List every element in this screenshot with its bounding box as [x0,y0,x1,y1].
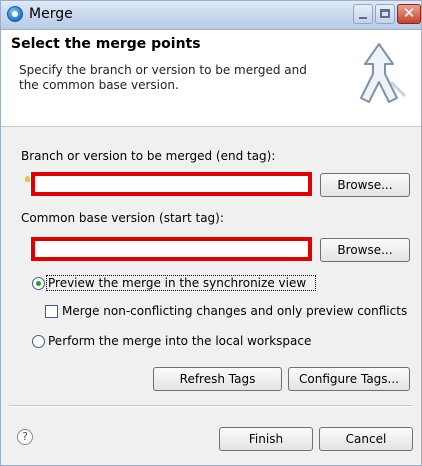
refresh-tags-button[interactable]: Refresh Tags [153,367,282,391]
finish-button[interactable]: Finish [219,427,313,451]
preview-merge-label[interactable]: Preview the merge in the synchronize vie… [48,276,306,290]
cancel-button[interactable]: Cancel [319,427,413,451]
perform-merge-label[interactable]: Perform the merge into the local workspa… [48,334,311,348]
page-description: Specify the branch or version to be merg… [19,63,307,92]
close-icon: ✕ [402,4,416,22]
minimize-button[interactable] [353,4,373,24]
end-tag-input[interactable] [31,172,312,196]
eclipse-icon [7,6,23,22]
header-banner: Select the merge points Specify the bran… [1,30,421,127]
merge-dialog: Merge ✕ Select the merge points Specify … [0,0,422,466]
help-icon[interactable]: ? [17,429,33,445]
window-title: Merge [29,6,73,22]
preview-merge-radio[interactable] [32,277,45,290]
start-tag-label: Common base version (start tag): [21,211,224,225]
end-tag-browse-button[interactable]: Browse... [320,173,410,197]
merge-arrow-icon [360,43,407,103]
configure-tags-button[interactable]: Configure Tags... [288,367,410,391]
close-button[interactable]: ✕ [397,4,421,24]
start-tag-input[interactable] [31,237,312,261]
footer-divider [9,405,413,407]
start-tag-browse-button[interactable]: Browse... [320,238,410,262]
page-title: Select the merge points [11,36,201,52]
content-assist-icon [25,176,30,182]
maximize-button[interactable] [375,4,395,24]
perform-merge-radio[interactable] [32,335,45,348]
merge-nonconflicting-checkbox[interactable] [45,305,58,318]
end-tag-label: Branch or version to be merged (end tag)… [21,149,276,163]
merge-nonconflicting-label[interactable]: Merge non-conflicting changes and only p… [62,304,407,318]
title-bar[interactable]: Merge ✕ [1,1,421,30]
